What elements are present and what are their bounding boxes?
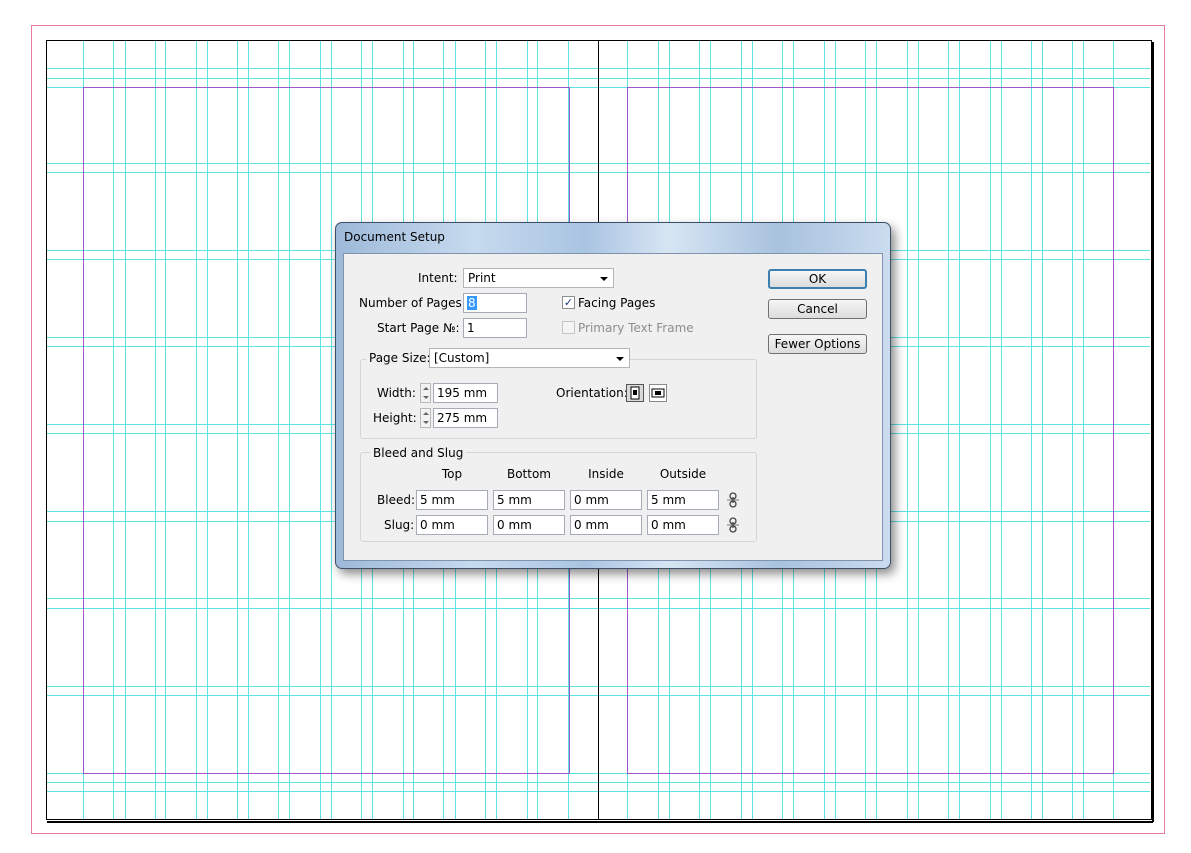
dialog-body: Intent: Print Number of Pages: 8 ✓ Facin… bbox=[343, 253, 883, 561]
primary-text-frame-label: Primary Text Frame bbox=[578, 321, 694, 335]
number-of-pages-label: Number of Pages: bbox=[359, 296, 466, 310]
slug-top-input[interactable]: 0 mm bbox=[416, 515, 488, 535]
bleed-top-input[interactable]: 5 mm bbox=[416, 490, 488, 510]
bleed-outside-input[interactable]: 5 mm bbox=[647, 490, 719, 510]
column-header-outside: Outside bbox=[659, 467, 707, 481]
column-header-top: Top bbox=[441, 467, 463, 481]
fewer-options-button[interactable]: Fewer Options bbox=[768, 334, 867, 354]
portrait-orientation-button[interactable] bbox=[626, 384, 644, 402]
bleed-label: Bleed: bbox=[377, 493, 415, 507]
chain-link-icon[interactable] bbox=[727, 517, 739, 533]
chain-link-icon[interactable] bbox=[727, 492, 739, 508]
chevron-down-icon bbox=[600, 277, 608, 281]
number-of-pages-input[interactable]: 8 bbox=[463, 293, 527, 313]
ok-button[interactable]: OK bbox=[768, 269, 867, 289]
chevron-down-icon bbox=[616, 357, 624, 361]
height-label: Height: bbox=[373, 411, 417, 425]
document-setup-dialog: Document Setup Intent: Print Number of P… bbox=[335, 222, 891, 569]
landscape-page-icon bbox=[651, 388, 665, 398]
slug-bottom-input[interactable]: 0 mm bbox=[493, 515, 565, 535]
intent-label: Intent: bbox=[418, 271, 458, 285]
bleed-bottom-input[interactable]: 5 mm bbox=[493, 490, 565, 510]
intent-value: Print bbox=[468, 271, 496, 285]
start-page-label: Start Page №: bbox=[377, 321, 460, 335]
portrait-page-icon bbox=[630, 386, 640, 400]
width-label: Width: bbox=[377, 386, 416, 400]
intent-dropdown[interactable]: Print bbox=[463, 268, 614, 288]
column-header-inside: Inside bbox=[588, 467, 624, 481]
bleed-inside-input[interactable]: 0 mm bbox=[570, 490, 642, 510]
page-size-dropdown[interactable]: [Custom] bbox=[429, 348, 630, 368]
height-stepper[interactable] bbox=[420, 408, 431, 428]
page-size-label: Page Size: bbox=[366, 350, 434, 366]
slug-inside-input[interactable]: 0 mm bbox=[570, 515, 642, 535]
facing-pages-checkbox[interactable]: ✓ bbox=[562, 296, 575, 309]
page-size-value: [Custom] bbox=[434, 351, 490, 365]
orientation-label: Orientation: bbox=[556, 386, 628, 400]
bleed-and-slug-title: Bleed and Slug bbox=[370, 445, 467, 461]
slug-label: Slug: bbox=[384, 518, 415, 532]
start-page-input[interactable]: 1 bbox=[463, 318, 527, 338]
width-input[interactable]: 195 mm bbox=[433, 383, 498, 403]
dialog-title: Document Setup bbox=[344, 230, 445, 244]
slug-outside-input[interactable]: 0 mm bbox=[647, 515, 719, 535]
facing-pages-label: Facing Pages bbox=[578, 296, 656, 310]
width-stepper[interactable] bbox=[420, 383, 431, 403]
number-of-pages-value: 8 bbox=[467, 296, 477, 310]
landscape-orientation-button[interactable] bbox=[649, 384, 667, 402]
checkmark-icon: ✓ bbox=[563, 296, 574, 309]
height-input[interactable]: 275 mm bbox=[433, 408, 498, 428]
cancel-button[interactable]: Cancel bbox=[768, 299, 867, 319]
column-header-bottom: Bottom bbox=[506, 467, 551, 481]
primary-text-frame-checkbox[interactable] bbox=[562, 321, 575, 334]
